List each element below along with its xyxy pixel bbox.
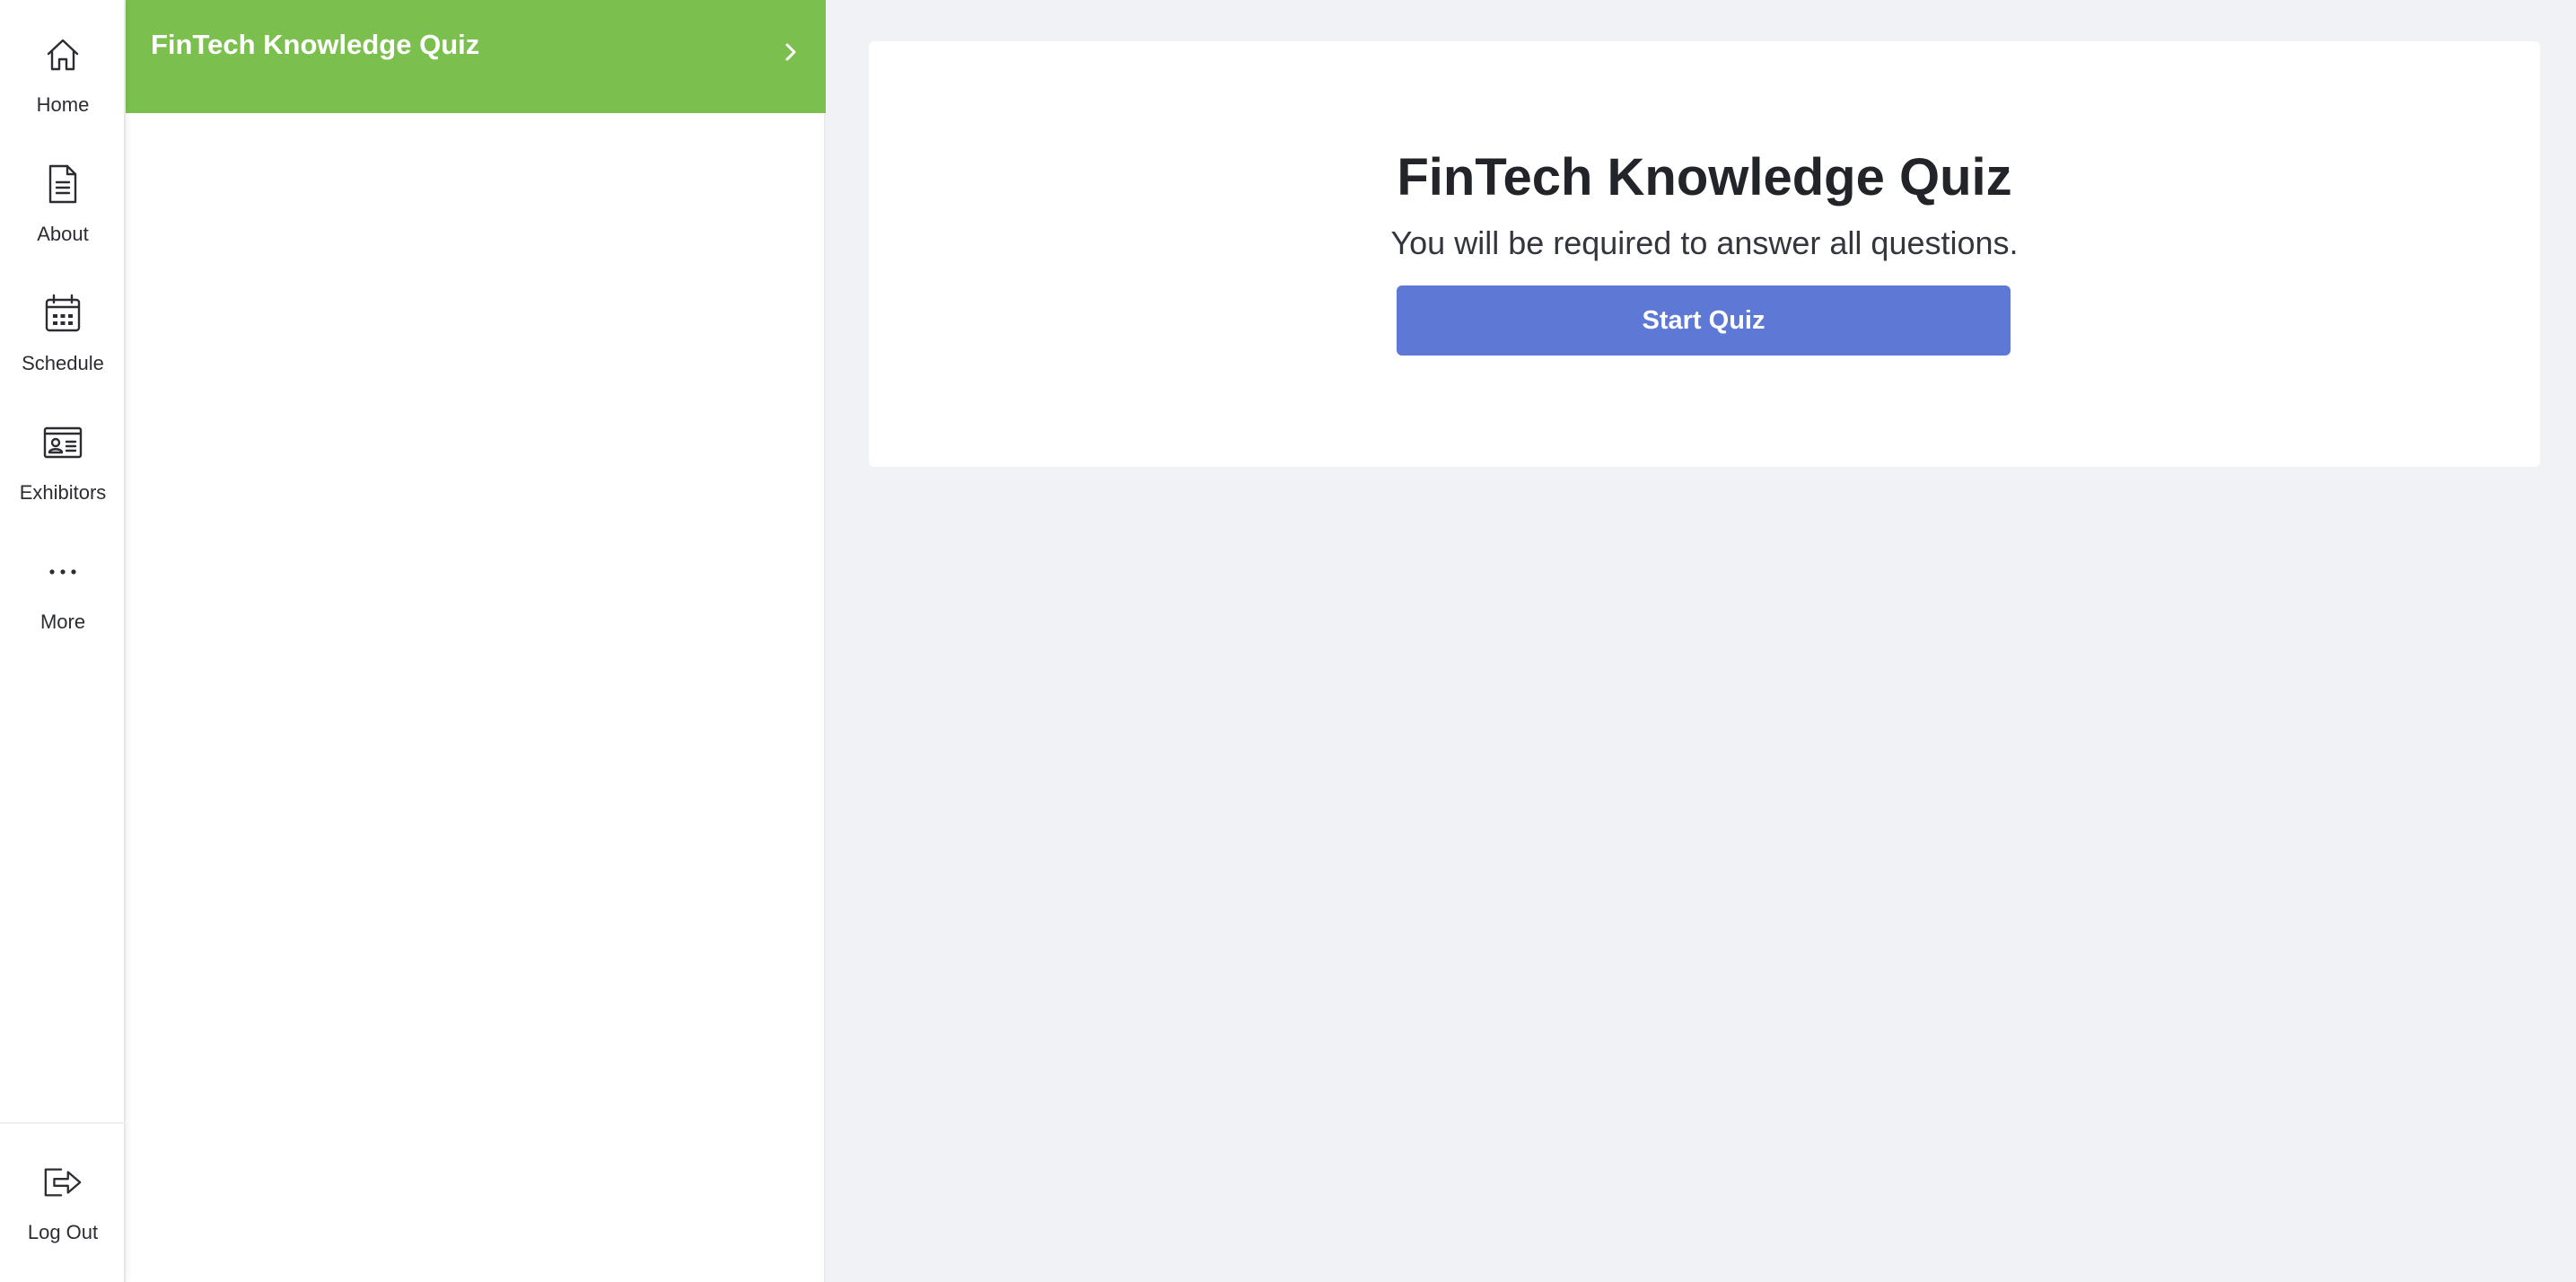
nav-divider bbox=[0, 1122, 126, 1124]
quiz-intro-card: FinTech Knowledge Quiz You will be requi… bbox=[869, 41, 2540, 467]
main-content: FinTech Knowledge Quiz You will be requi… bbox=[826, 0, 2576, 1282]
quiz-title: FinTech Knowledge Quiz bbox=[1397, 148, 2012, 206]
more-dots-icon bbox=[42, 551, 83, 593]
nav-item-home[interactable]: Home bbox=[0, 34, 126, 142]
quiz-list-item[interactable]: FinTech Knowledge Quiz bbox=[126, 0, 826, 113]
quiz-list-item-title: FinTech Knowledge Quiz bbox=[151, 29, 480, 60]
nav-item-label: About bbox=[37, 223, 89, 245]
home-icon bbox=[42, 34, 83, 75]
quiz-list-panel: FinTech Knowledge Quiz bbox=[126, 0, 826, 1282]
document-icon bbox=[42, 163, 83, 205]
app-root: Home About Schedule Exhibitors More Log … bbox=[0, 0, 2576, 1282]
nav-item-label: Exhibitors bbox=[19, 481, 107, 504]
start-quiz-button[interactable]: Start Quiz bbox=[1397, 285, 2011, 356]
nav-item-label: More bbox=[39, 610, 86, 633]
nav-item-exhibitors[interactable]: Exhibitors bbox=[0, 422, 126, 530]
icon-nav: Home About Schedule Exhibitors More Log … bbox=[0, 0, 126, 1282]
logout-label: Log Out bbox=[27, 1221, 99, 1243]
id-card-icon bbox=[42, 422, 83, 463]
quiz-instructions: You will be required to answer all quest… bbox=[1390, 224, 2019, 261]
nav-item-schedule[interactable]: Schedule bbox=[0, 293, 126, 400]
logout-icon bbox=[42, 1162, 83, 1203]
logout-button[interactable]: Log Out bbox=[0, 1162, 126, 1269]
calendar-icon bbox=[42, 293, 83, 334]
nav-item-label: Schedule bbox=[22, 352, 104, 374]
nav-item-about[interactable]: About bbox=[0, 163, 126, 271]
nav-item-more[interactable]: More bbox=[0, 551, 126, 659]
nav-item-label: Home bbox=[36, 93, 90, 116]
chevron-right-icon bbox=[779, 38, 802, 66]
